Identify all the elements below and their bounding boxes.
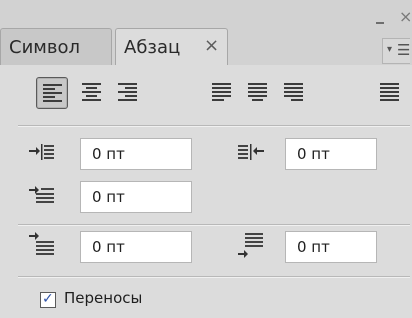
tab-paragraph[interactable]: Абзац × — [115, 28, 228, 65]
minimize-button[interactable] — [373, 14, 387, 26]
justify-last-right-button[interactable] — [278, 77, 310, 109]
right-indent-icon — [237, 138, 265, 166]
divider-highlight — [18, 277, 410, 278]
align-center-icon — [82, 83, 101, 101]
panel-menu-button[interactable] — [382, 38, 410, 64]
left-indent-field[interactable]: 0 пт — [80, 138, 192, 170]
panel-header: × Символ Абзац × — [0, 0, 412, 65]
space-after-icon — [237, 231, 265, 259]
space-before-icon — [28, 231, 56, 259]
justify-last-left-icon — [212, 83, 231, 101]
tab-symbol[interactable]: Символ — [0, 28, 112, 65]
justify-all-icon — [380, 83, 399, 101]
tab-paragraph-label: Абзац — [124, 37, 181, 58]
align-left-button[interactable] — [36, 77, 68, 109]
justify-last-right-icon — [284, 83, 303, 101]
first-line-indent-field[interactable]: 0 пт — [80, 181, 192, 213]
divider-highlight — [18, 126, 410, 127]
justify-last-left-button[interactable] — [206, 77, 238, 109]
divider-highlight — [18, 225, 410, 226]
align-right-icon — [118, 83, 137, 101]
right-indent-field[interactable]: 0 пт — [285, 138, 377, 170]
paragraph-panel: × Символ Абзац × ▾ ☰ 0 пт 0 пт 0 пт 0 пт… — [0, 0, 412, 318]
close-panel-button[interactable]: × — [399, 9, 412, 25]
tab-symbol-label: Символ — [9, 37, 80, 58]
align-right-button[interactable] — [112, 77, 144, 109]
hyphenation-label: Переносы — [64, 289, 143, 307]
align-left-icon — [43, 84, 62, 102]
justify-last-center-button[interactable] — [242, 77, 274, 109]
left-indent-icon — [28, 138, 56, 166]
justify-all-button[interactable] — [374, 77, 406, 109]
space-before-field[interactable]: 0 пт — [80, 231, 192, 263]
first-line-indent-icon — [28, 181, 56, 209]
alignment-toolbar — [0, 71, 412, 113]
tab-close-icon[interactable]: × — [204, 35, 219, 56]
space-after-field[interactable]: 0 пт — [285, 231, 377, 263]
align-center-button[interactable] — [76, 77, 108, 109]
justify-last-center-icon — [248, 83, 267, 101]
hyphenation-checkbox[interactable] — [40, 291, 56, 308]
